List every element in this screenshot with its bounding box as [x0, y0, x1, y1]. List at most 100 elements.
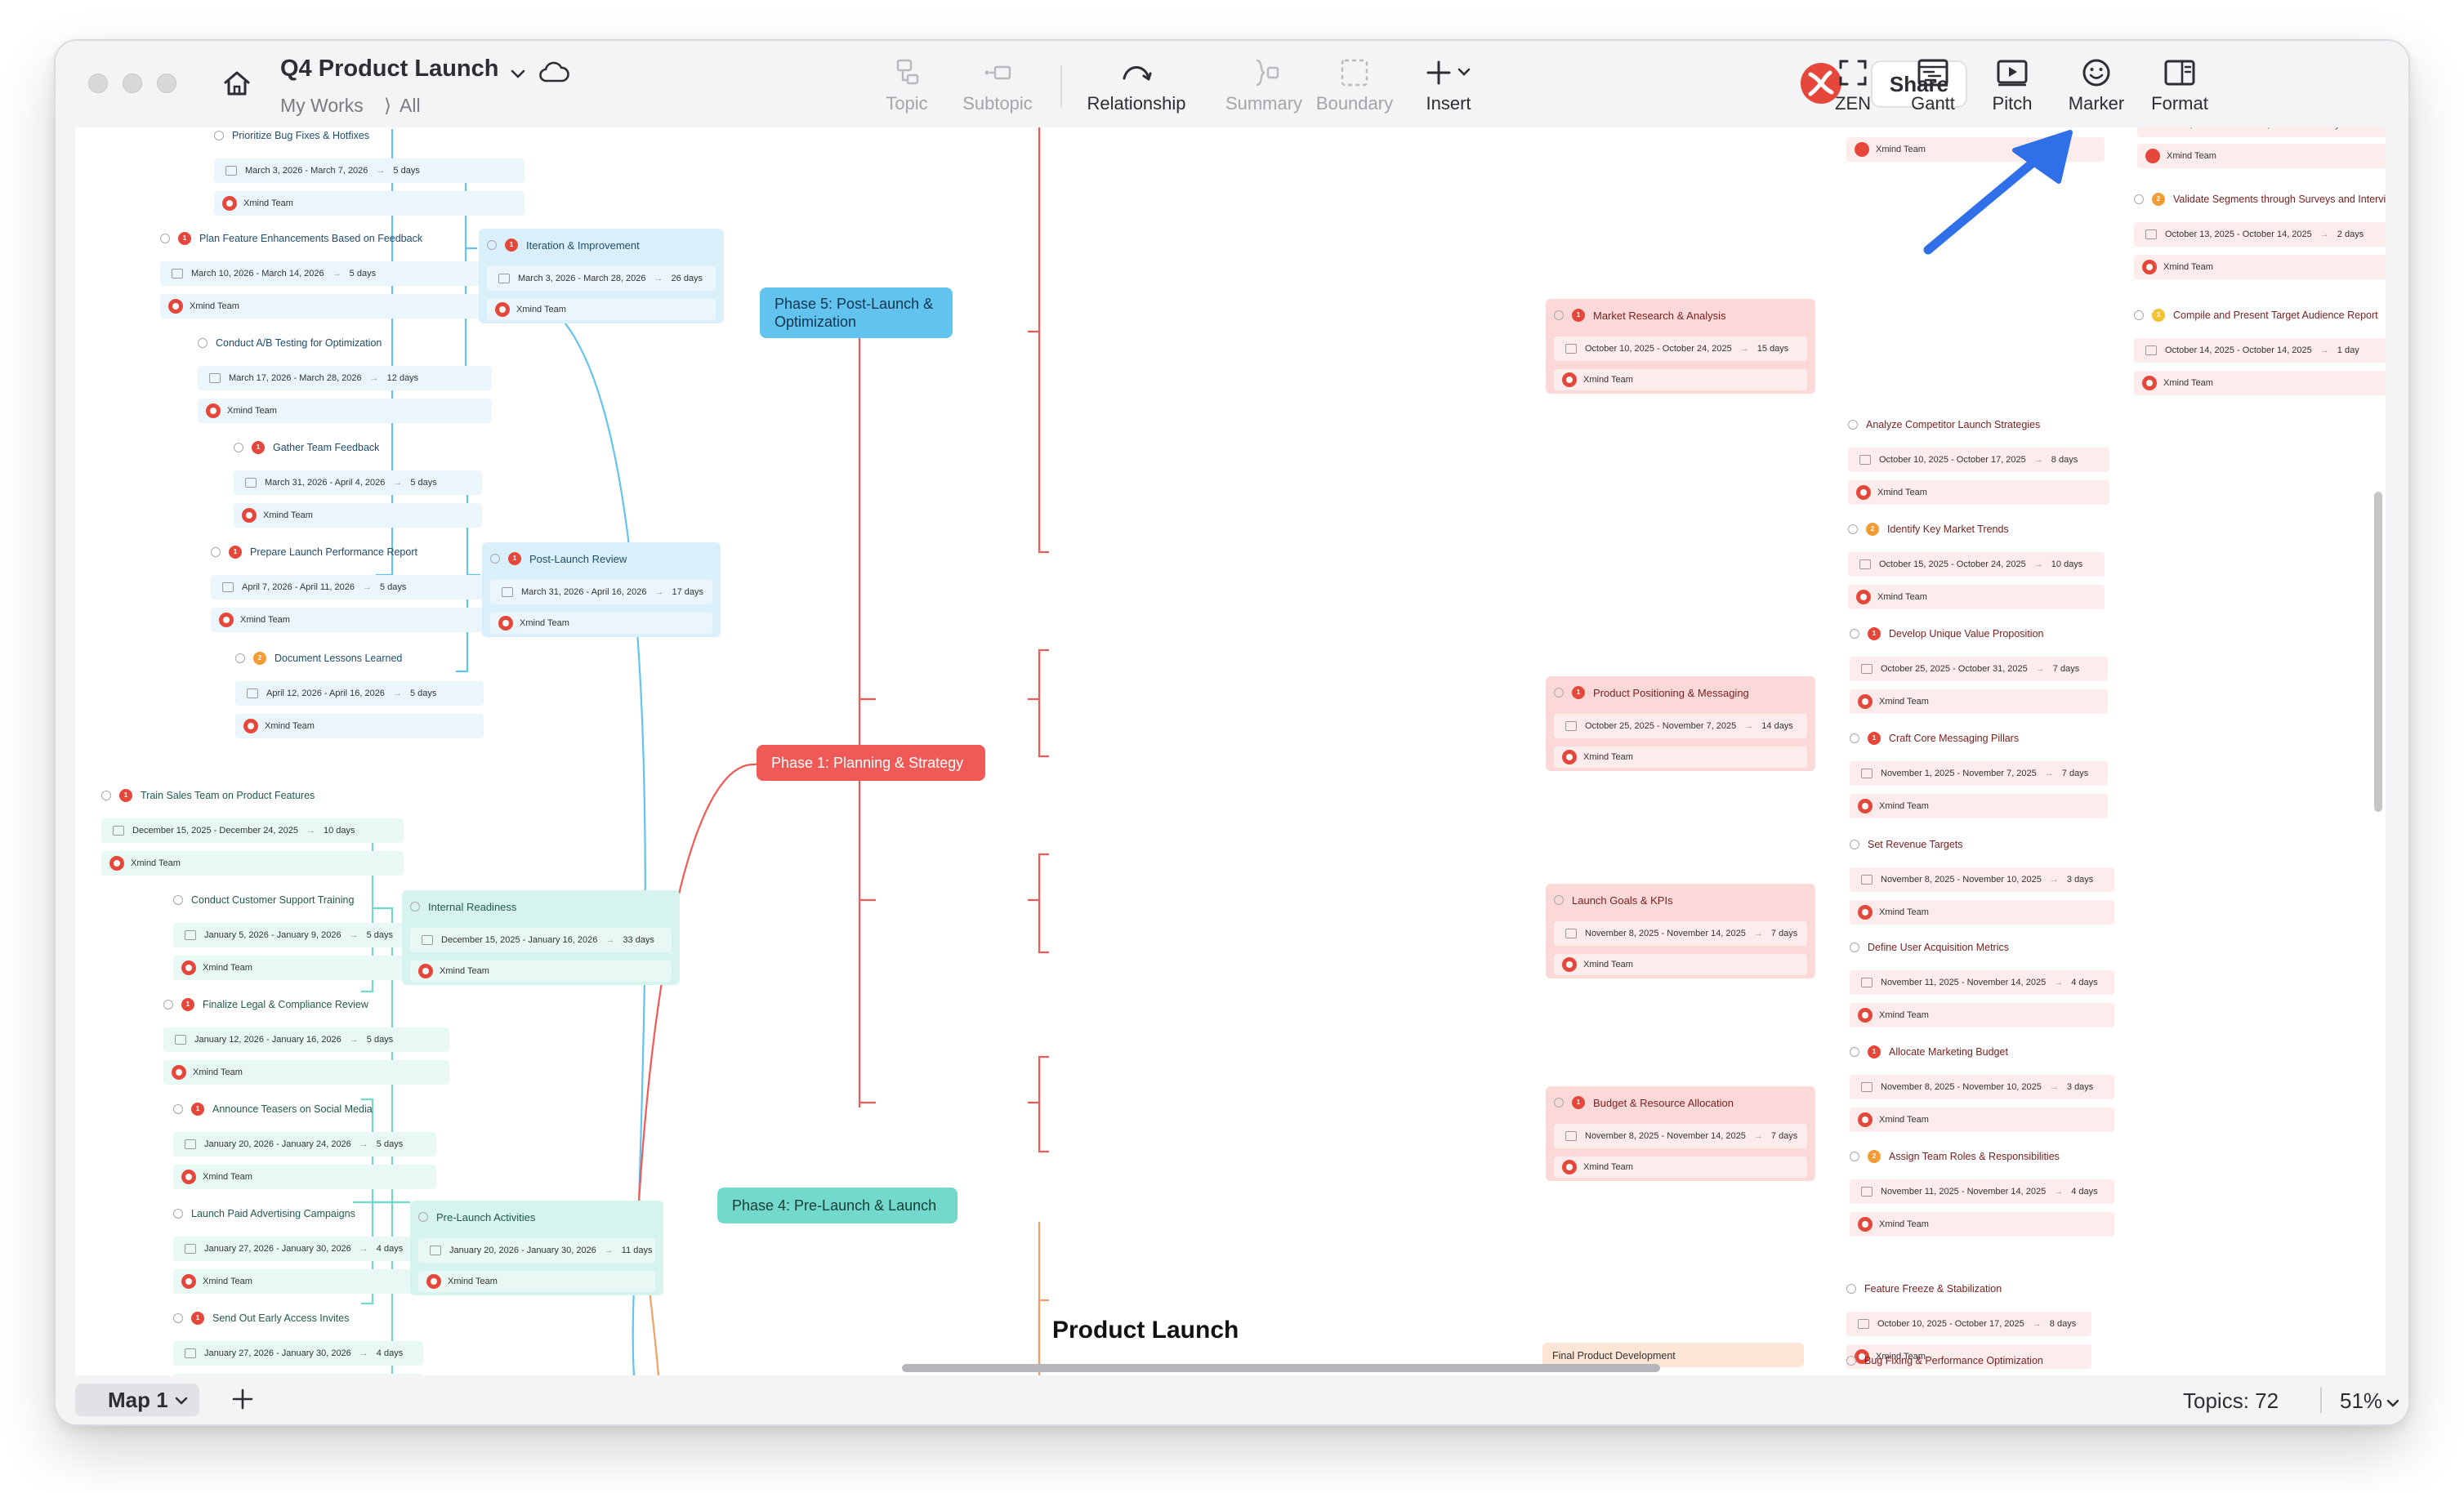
- assignee-avatar-icon: [219, 613, 234, 627]
- window-close-button[interactable]: [88, 74, 108, 93]
- window-zoom-button[interactable]: [157, 74, 176, 93]
- task-topic[interactable]: 1 Product Positioning & Messaging October …: [1546, 676, 1815, 771]
- task-checkbox-icon[interactable]: [101, 791, 111, 800]
- task-checkbox-icon[interactable]: [490, 554, 500, 564]
- task-topic[interactable]: Conduct A/B Testing for Optimization Marc…: [198, 333, 492, 428]
- task-checkbox-icon[interactable]: [1850, 943, 1859, 952]
- task-topic[interactable]: Bug Fixing & Performance Optimization: [1846, 1348, 2108, 1372]
- task-checkbox-icon[interactable]: [1846, 1356, 1856, 1366]
- toolbar-subtopic-button[interactable]: Subtopic: [944, 57, 1051, 114]
- task-checkbox-icon[interactable]: [410, 902, 420, 911]
- task-topic[interactable]: 1 Announce Teasers on Social Media January…: [173, 1099, 436, 1194]
- task-topic[interactable]: 1 Prepare Launch Performance Report April …: [211, 542, 505, 637]
- chevron-down-icon[interactable]: [2386, 1397, 2400, 1410]
- chevron-down-icon[interactable]: [173, 1393, 190, 1408]
- task-topic[interactable]: 2 Assign Team Roles & Responsibilities Nov…: [1850, 1147, 2114, 1241]
- task-checkbox-icon[interactable]: [198, 338, 208, 348]
- task-topic[interactable]: 1 Gather Team Feedback March 31, 2026 - Ap…: [234, 438, 482, 533]
- task-topic[interactable]: Internal Readiness December 15, 2025 - Ja…: [402, 890, 680, 985]
- document-title[interactable]: Q4 Product Launch: [280, 56, 498, 82]
- task-checkbox-icon[interactable]: [487, 240, 497, 250]
- task-checkbox-icon[interactable]: [163, 1000, 173, 1009]
- task-title-row: 2 Identify Key Market Trends: [1848, 519, 2009, 539]
- task-checkbox-icon[interactable]: [235, 653, 245, 663]
- arrow-right-icon: →: [1739, 344, 1749, 354]
- task-checkbox-icon[interactable]: [214, 131, 224, 140]
- task-topic[interactable]: 2 Identify Key Market Trends October 15, 2…: [1848, 519, 2105, 614]
- cloud-sync-icon[interactable]: [538, 59, 570, 87]
- task-checkbox-icon[interactable]: [234, 443, 243, 452]
- window-minimize-button[interactable]: [123, 74, 142, 93]
- task-checkbox-icon[interactable]: [1850, 840, 1859, 849]
- toolbar-marker-label: Marker: [2068, 93, 2125, 114]
- toolbar-gantt-button[interactable]: Gantt: [1896, 57, 1970, 114]
- task-topic[interactable]: 1 Budget & Resource Allocation November 8,…: [1546, 1086, 1815, 1181]
- task-checkbox-icon[interactable]: [1850, 733, 1859, 743]
- toolbar-zen-button[interactable]: ZEN: [1818, 57, 1888, 114]
- task-topic[interactable]: Launch Goals & KPIs November 8, 2025 - No…: [1546, 884, 1815, 978]
- task-checkbox-icon[interactable]: [1554, 310, 1564, 320]
- task-checkbox-icon[interactable]: [2134, 194, 2144, 204]
- task-topic[interactable]: Launch Paid Advertising Campaigns January…: [173, 1204, 423, 1299]
- zoom-level[interactable]: 51%: [2340, 1388, 2382, 1414]
- task-topic[interactable]: 1 Develop Unique Value Proposition October…: [1850, 624, 2108, 719]
- task-name: Product Positioning & Messaging: [1593, 686, 1749, 699]
- priority-marker-icon: 1: [1572, 686, 1585, 699]
- root-topic[interactable]: Product Launch: [1052, 1317, 1239, 1344]
- task-topic[interactable]: 1 Iteration & Improvement March 3, 2026 - …: [479, 229, 724, 323]
- toolbar-pitch-button[interactable]: Pitch: [1977, 57, 2047, 114]
- task-topic[interactable]: Prioritize Bug Fixes & Hotfixes March 3, …: [214, 127, 524, 221]
- task-checkbox-icon[interactable]: [1848, 524, 1858, 534]
- task-topic[interactable]: 2 Validate Segments through Surveys and I…: [2134, 189, 2386, 284]
- task-checkbox-icon[interactable]: [1850, 1047, 1859, 1057]
- task-topic[interactable]: Conduct Customer Support Training January…: [173, 890, 423, 985]
- horizontal-scrollbar[interactable]: [902, 1364, 1660, 1372]
- task-topic[interactable]: 1 Train Sales Team on Product Features Dec…: [101, 786, 404, 880]
- task-checkbox-icon[interactable]: [173, 1313, 183, 1323]
- mind-map-canvas[interactable]: Product Launch Phase 1: Planning & Strat…: [75, 127, 2386, 1375]
- toolbar-marker-button[interactable]: Marker: [2052, 57, 2140, 114]
- task-topic[interactable]: 1 Allocate Marketing Budget November 8, 20…: [1850, 1042, 2114, 1137]
- chevron-down-icon[interactable]: [508, 64, 528, 83]
- phase-1-planning-topic[interactable]: Phase 1: Planning & Strategy: [757, 745, 985, 781]
- task-topic[interactable]: 1 Market Research & Analysis October 10, 2…: [1546, 299, 1815, 394]
- task-checkbox-icon[interactable]: [2134, 310, 2144, 320]
- task-topic[interactable]: 1 Post-Launch Review March 31, 2026 - Apri…: [482, 542, 721, 637]
- task-checkbox-icon[interactable]: [1554, 1098, 1564, 1107]
- task-topic[interactable]: Set Revenue Targets November 8, 2025 - No…: [1850, 835, 2114, 929]
- toolbar-boundary-button[interactable]: Boundary: [1301, 57, 1408, 114]
- task-checkbox-icon[interactable]: [1848, 420, 1858, 430]
- task-checkbox-icon[interactable]: [173, 895, 183, 905]
- breadcrumb-all[interactable]: All: [400, 95, 421, 117]
- phase-5-post-launch-topic[interactable]: Phase 5: Post-Launch & Optimization: [760, 287, 953, 338]
- task-checkbox-icon[interactable]: [173, 1209, 183, 1219]
- task-checkbox-icon[interactable]: [1850, 1152, 1859, 1161]
- task-topic[interactable]: Define User Acquisition Metrics November …: [1850, 938, 2114, 1032]
- task-date-range: March 3, 2026 - March 7, 2026: [245, 166, 368, 176]
- toolbar-format-button[interactable]: Format: [2137, 57, 2222, 114]
- task-checkbox-icon[interactable]: [160, 234, 170, 243]
- add-sheet-icon[interactable]: [230, 1387, 255, 1411]
- task-topic[interactable]: Analyze Competitor Launch Strategies Octo…: [1848, 415, 2109, 510]
- task-topic[interactable]: 1 Send Out Early Access Invites January 27…: [173, 1308, 423, 1375]
- task-topic[interactable]: 1 Finalize Legal & Compliance Review Janua…: [163, 995, 449, 1090]
- task-checkbox-icon[interactable]: [1850, 629, 1859, 639]
- task-topic[interactable]: 3 Compile and Present Target Audience Rep…: [2134, 305, 2386, 400]
- calendar-icon: [430, 1246, 441, 1255]
- task-checkbox-icon[interactable]: [1554, 688, 1564, 697]
- task-checkbox-icon[interactable]: [1554, 895, 1564, 905]
- task-checkbox-icon[interactable]: [173, 1104, 183, 1114]
- task-checkbox-icon[interactable]: [1846, 1284, 1856, 1294]
- task-topic[interactable]: 2 Document Lessons Learned April 12, 2026 …: [235, 648, 484, 743]
- toolbar-relationship-button[interactable]: Relationship: [1074, 57, 1199, 114]
- task-checkbox-icon[interactable]: [418, 1212, 428, 1222]
- phase-4-pre-launch-topic[interactable]: Phase 4: Pre-Launch & Launch: [717, 1188, 957, 1223]
- task-topic[interactable]: 1 Craft Core Messaging Pillars November 1,…: [1850, 729, 2108, 823]
- vertical-scrollbar[interactable]: [2374, 492, 2382, 812]
- task-topic[interactable]: Pre-Launch Activities January 20, 2026 - …: [410, 1201, 663, 1295]
- task-checkbox-icon[interactable]: [211, 547, 221, 557]
- toolbar-insert-button[interactable]: Insert: [1403, 57, 1494, 114]
- home-icon[interactable]: [221, 67, 253, 100]
- breadcrumb-my-works[interactable]: My Works: [280, 95, 364, 117]
- task-topic[interactable]: 1 Plan Feature Enhancements Based on Feed…: [160, 229, 503, 323]
